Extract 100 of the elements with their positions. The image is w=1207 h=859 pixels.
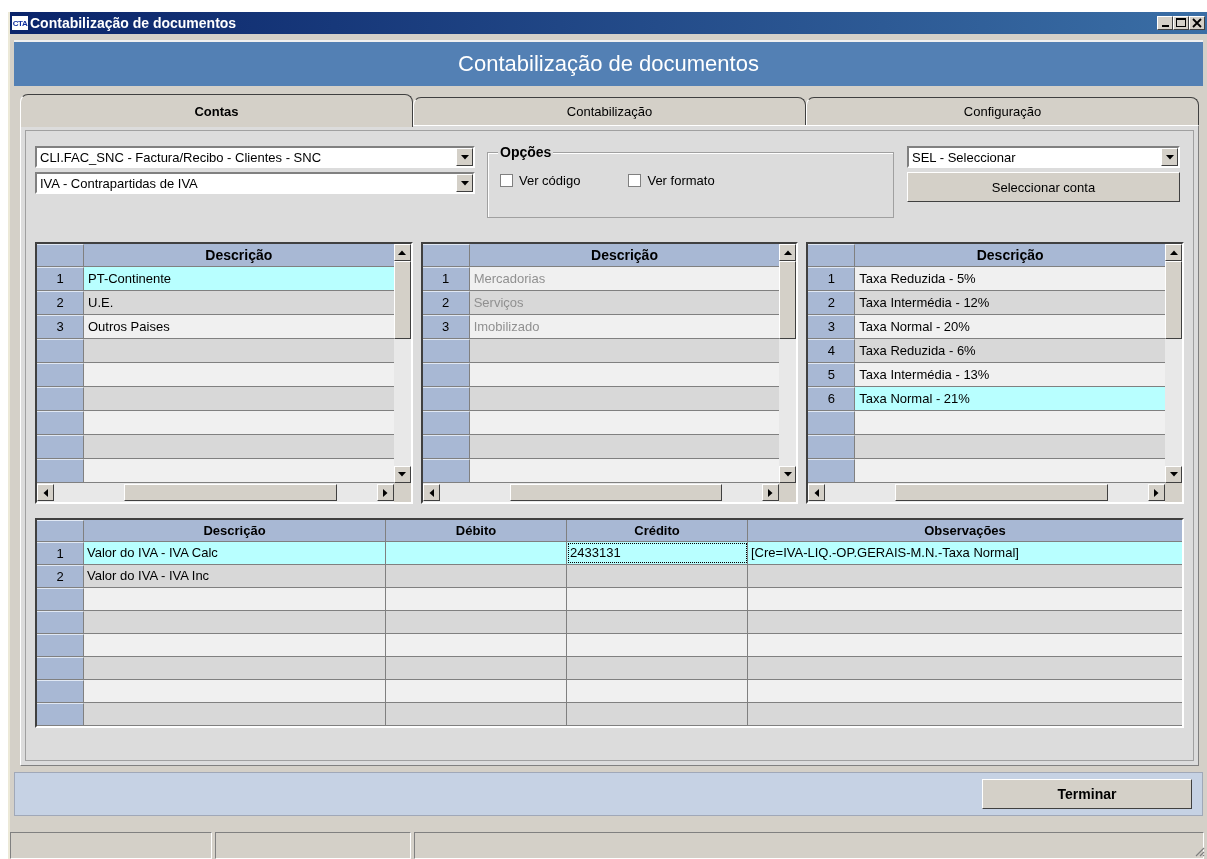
scroll-thumb[interactable] xyxy=(895,484,1108,501)
row-header xyxy=(808,435,856,458)
horizontal-scrollbar[interactable] xyxy=(808,483,1165,502)
row-number: 1 xyxy=(422,267,470,290)
down-arrow-icon xyxy=(398,472,407,477)
checkbox-option[interactable]: Ver código xyxy=(500,173,581,188)
row-header xyxy=(422,363,470,386)
row-header xyxy=(37,634,84,656)
column-header: Débito xyxy=(386,520,567,541)
select-account-button[interactable]: Seleccionar conta xyxy=(907,172,1180,202)
row-number: 6 xyxy=(808,387,856,410)
minimize-button[interactable] xyxy=(1157,16,1173,30)
tab[interactable]: Configuração xyxy=(806,97,1199,125)
scroll-thumb[interactable] xyxy=(779,261,797,339)
table-cell[interactable]: PT-Continente xyxy=(84,267,394,290)
row-number: 3 xyxy=(422,315,470,338)
finish-button[interactable]: Terminar xyxy=(982,779,1192,809)
row-header xyxy=(37,657,84,679)
row-number: 1 xyxy=(37,542,84,564)
scroll-thumb[interactable] xyxy=(509,484,723,501)
tab[interactable]: Contabilização xyxy=(413,97,806,125)
counterpart-dropdown[interactable]: IVA - Contrapartidas de IVA xyxy=(35,172,475,194)
table-cell[interactable]: 2433131 xyxy=(567,542,748,564)
corner-header xyxy=(422,244,470,266)
row-header xyxy=(808,411,856,434)
row-header xyxy=(37,435,84,458)
scroll-thumb[interactable] xyxy=(1165,261,1182,339)
right-arrow-icon xyxy=(1154,488,1159,497)
row-number: 2 xyxy=(808,291,856,314)
column-header: Descrição xyxy=(84,244,394,266)
table-cell[interactable]: Taxa Normal - 21% xyxy=(855,387,1165,410)
table-cell[interactable]: [Cre=IVA-LIQ.-OP.GERAIS-M.N.-Taxa Normal] xyxy=(748,542,1182,564)
banner-title: Contabilização de documentos xyxy=(458,51,759,77)
table-cell[interactable]: U.E. xyxy=(84,291,394,314)
group-title: Opções xyxy=(498,144,554,160)
row-header xyxy=(37,680,84,702)
tab[interactable]: Contas xyxy=(20,94,413,127)
dropdown-arrow-icon xyxy=(460,154,469,160)
row-number: 2 xyxy=(37,291,84,314)
row-number: 2 xyxy=(37,565,84,587)
up-arrow-icon xyxy=(1169,250,1178,255)
table-cell[interactable]: Taxa Intermédia - 12% xyxy=(855,291,1165,314)
column-header: Descrição xyxy=(469,244,780,266)
row-number: 3 xyxy=(37,315,84,338)
close-button[interactable] xyxy=(1189,16,1205,30)
table-cell[interactable]: Outros Paises xyxy=(84,315,394,338)
table-cell[interactable]: Valor do IVA - IVA Inc xyxy=(84,565,386,587)
column-header: Observações xyxy=(748,520,1182,541)
table-cell[interactable]: Taxa Normal - 20% xyxy=(855,315,1165,338)
row-header xyxy=(37,703,84,725)
window-title: Contabilização de documentos xyxy=(30,15,238,31)
table-cell[interactable]: Taxa Intermédia - 13% xyxy=(855,363,1165,386)
horizontal-scrollbar[interactable] xyxy=(422,483,780,502)
selection-dropdown[interactable]: SEL - Seleccionar xyxy=(907,146,1180,168)
vertical-scrollbar[interactable] xyxy=(1165,244,1182,483)
table-cell[interactable]: Taxa Reduzida - 6% xyxy=(855,339,1165,362)
down-arrow-icon xyxy=(1169,472,1178,477)
row-number: 4 xyxy=(808,339,856,362)
maximize-icon xyxy=(1176,18,1186,28)
resize-grip-icon xyxy=(1193,845,1205,857)
dropdown-arrow-icon xyxy=(1165,154,1174,160)
scroll-thumb[interactable] xyxy=(124,484,337,501)
maximize-button[interactable] xyxy=(1173,16,1189,30)
row-header xyxy=(422,387,470,410)
table-cell[interactable]: Valor do IVA - IVA Calc xyxy=(84,542,386,564)
document-type-dropdown[interactable]: CLI.FAC_SNC - Factura/Recibo - Clientes - SNC xyxy=(35,146,475,168)
checkbox[interactable] xyxy=(628,174,642,187)
app-icon: CTA xyxy=(12,16,28,30)
row-number: 3 xyxy=(808,315,856,338)
row-header xyxy=(37,459,84,482)
row-header xyxy=(37,339,84,362)
up-arrow-icon xyxy=(398,250,407,255)
horizontal-scrollbar[interactable] xyxy=(37,483,394,502)
row-header xyxy=(37,363,84,386)
down-arrow-icon xyxy=(783,472,792,477)
minimize-icon xyxy=(1161,25,1169,27)
row-number: 2 xyxy=(422,291,470,314)
row-number: 1 xyxy=(808,267,856,290)
table-cell[interactable]: Taxa Reduzida - 5% xyxy=(855,267,1165,290)
up-arrow-icon xyxy=(783,250,792,255)
row-header xyxy=(422,411,470,434)
row-header xyxy=(422,339,470,362)
row-header xyxy=(422,435,470,458)
row-header xyxy=(37,387,84,410)
row-header xyxy=(37,588,84,610)
left-arrow-icon xyxy=(814,488,820,497)
row-header xyxy=(808,459,856,482)
close-icon xyxy=(1192,18,1202,28)
column-header: Descrição xyxy=(84,520,386,541)
left-arrow-icon xyxy=(428,488,434,497)
column-header: Crédito xyxy=(567,520,748,541)
left-arrow-icon xyxy=(43,488,48,497)
vertical-scrollbar[interactable] xyxy=(779,244,797,483)
row-header xyxy=(422,459,470,482)
dropdown-arrow-icon xyxy=(460,180,469,186)
corner-header xyxy=(37,244,84,266)
row-header xyxy=(37,611,84,633)
checkbox[interactable] xyxy=(500,174,513,187)
row-number: 5 xyxy=(808,363,856,386)
checkbox-option[interactable]: Ver formato xyxy=(628,173,715,188)
